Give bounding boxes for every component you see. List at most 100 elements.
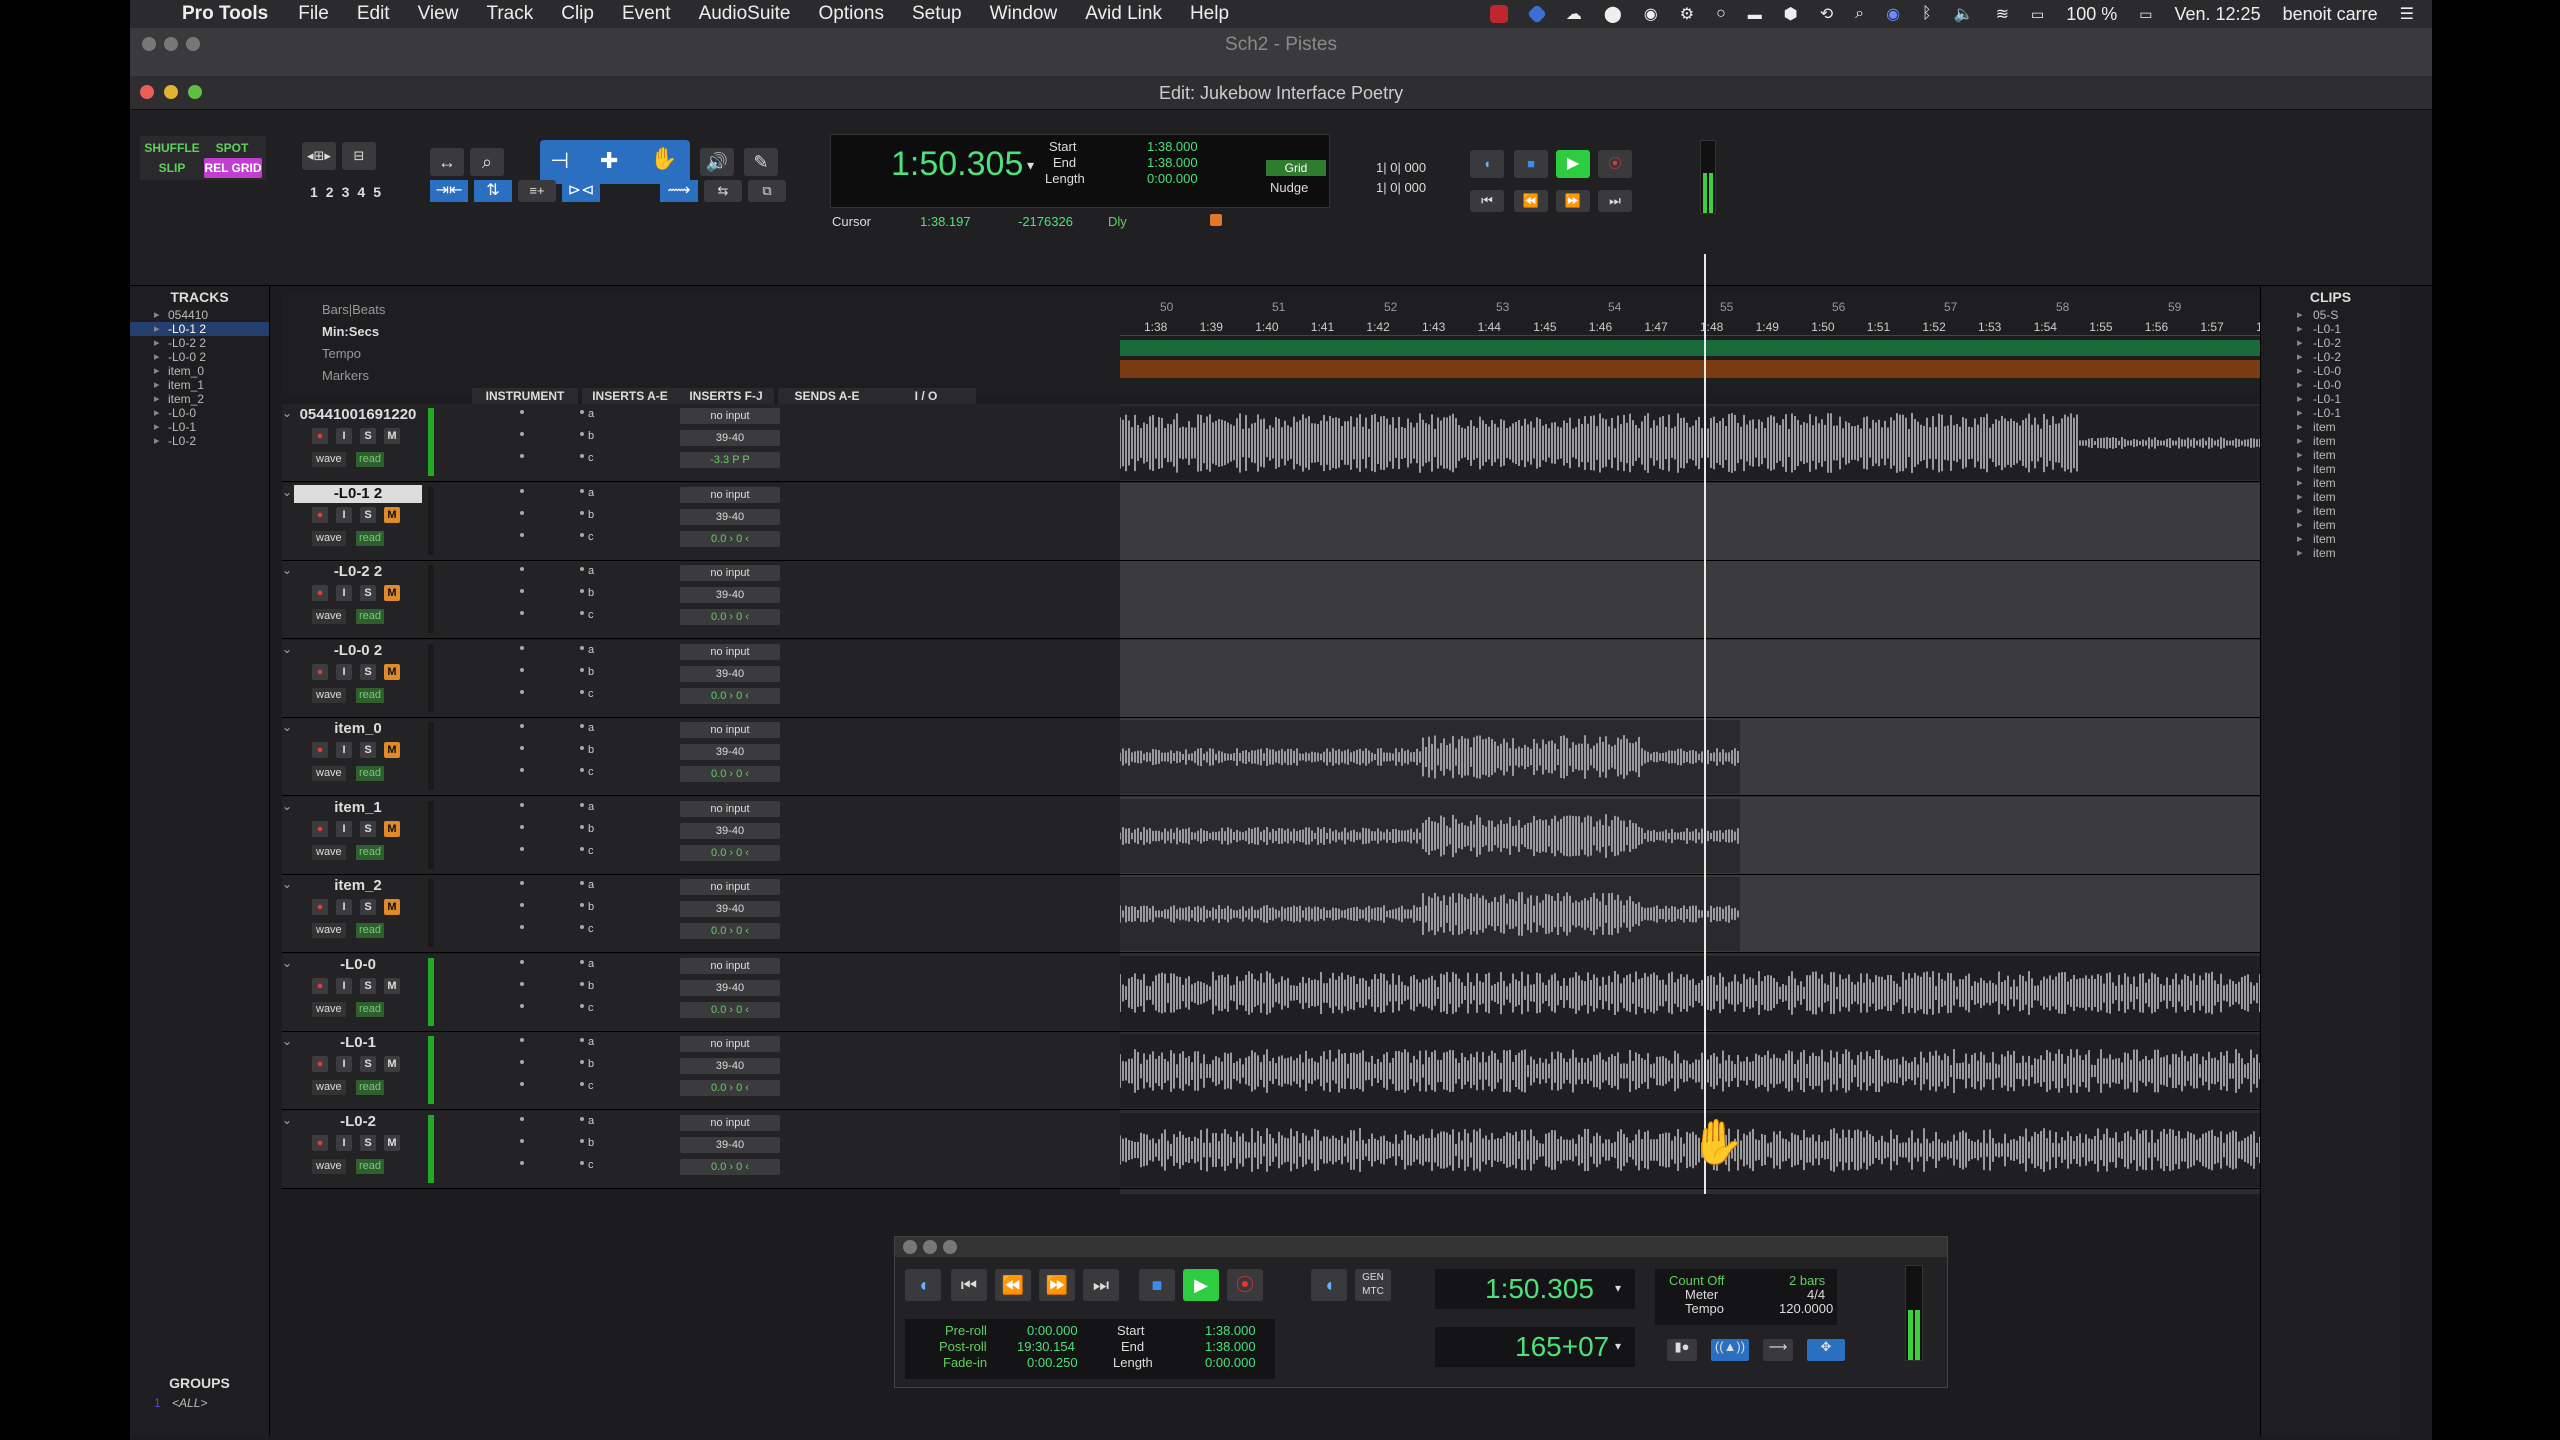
record-enable-button[interactable]: ● <box>312 742 328 758</box>
mute-button[interactable]: M <box>384 1056 400 1072</box>
time-machine-icon[interactable]: ⟲ <box>1820 4 1833 24</box>
transport-play-button[interactable]: ▶ <box>1183 1269 1219 1301</box>
track-view-selector[interactable]: wave <box>312 452 346 467</box>
track-collapse-icon[interactable]: ⌄ <box>282 563 292 577</box>
tracks-list-item[interactable]: -L0-1 2 <box>130 322 269 336</box>
insert-slot[interactable] <box>520 1082 524 1086</box>
record-enable-button[interactable]: ● <box>312 899 328 915</box>
input-selector[interactable]: no input <box>680 643 780 660</box>
record-enable-button[interactable]: ● <box>312 1134 328 1151</box>
insert-slot[interactable] <box>520 589 524 593</box>
send-slot[interactable]: c <box>588 688 594 700</box>
bars-ruler[interactable]: 5051525354555657585960 <box>1120 300 2370 316</box>
grabber-tool-icon[interactable]: ✋ <box>650 146 677 172</box>
record-enable-button[interactable]: ● <box>312 585 328 601</box>
transport-ff-button[interactable]: ⏩ <box>1039 1269 1075 1301</box>
insert-slot[interactable] <box>580 567 584 571</box>
track-header[interactable]: ⌄ item_0 ● I S Mwave read a b c no input 39-40 0.0 ›… <box>282 718 1130 796</box>
volume-icon[interactable]: 🔈 <box>1954 4 1974 24</box>
min-secs-ruler[interactable]: 1:38 1:39 1:40 1:41 1:42 1:43 1:44 1:45 1:46 1:47… <box>1120 318 2370 336</box>
clips-list-item[interactable]: -L0-2 <box>2261 336 2400 350</box>
track-name[interactable]: -L0-0 2 <box>294 642 422 660</box>
input-selector[interactable]: no input <box>680 722 780 738</box>
menu-track[interactable]: Track <box>486 3 533 25</box>
wifi-icon[interactable]: ≋ <box>1996 4 2009 24</box>
bluetooth-icon[interactable]: ᛒ <box>1922 5 1932 23</box>
track-name[interactable]: item_1 <box>294 799 422 817</box>
tracks-list-item[interactable]: item_0 <box>130 364 269 378</box>
transport-rtz-button[interactable]: ⏮ <box>951 1269 987 1301</box>
insert-slot[interactable] <box>520 959 524 964</box>
send-slot[interactable]: b <box>588 901 594 913</box>
track-lane[interactable] <box>1120 639 2370 718</box>
track-name[interactable]: -L0-2 <box>294 1113 422 1131</box>
insert-slot[interactable] <box>580 1138 584 1143</box>
record-enable-button[interactable]: ● <box>312 663 328 680</box>
track-view-selector[interactable]: wave <box>312 1080 346 1095</box>
track-header[interactable]: ⌄ -L0-1 2 ● I S Mwave read a b c no input 39-40 0.0 … <box>282 482 1130 561</box>
insert-slot[interactable] <box>580 903 584 907</box>
volume-pan-readout[interactable]: 0.0 › 0 ‹ <box>680 530 780 547</box>
automation-mode-selector[interactable]: read <box>356 609 385 624</box>
menu-view[interactable]: View <box>418 3 459 25</box>
instrument-column-header[interactable]: INSTRUMENT <box>472 388 578 404</box>
track-view-selector[interactable]: wave <box>312 1001 346 1017</box>
send-slot[interactable]: a <box>588 565 594 577</box>
volume-pan-readout[interactable]: 0.0 › 0 ‹ <box>680 609 780 625</box>
grid-value[interactable]: 1| 0| 000 <box>1376 160 1426 175</box>
track-header[interactable]: ⌄ item_2 ● I S Mwave read a b c no input 39-40 0.0 ›… <box>282 875 1130 953</box>
menu-setup[interactable]: Setup <box>912 3 962 25</box>
input-selector[interactable]: no input <box>680 957 780 974</box>
edit-title-bar[interactable]: Edit: Jukebow Interface Poetry <box>130 76 2432 110</box>
io-column-header[interactable]: I / O <box>876 388 976 404</box>
drive-icon[interactable]: ▬ <box>1748 6 1762 22</box>
transport-sub-counter-dropdown-icon[interactable]: ▾ <box>1615 1339 1621 1353</box>
track-collapse-icon[interactable]: ⌄ <box>282 956 292 970</box>
clips-list-item[interactable]: item <box>2261 448 2400 462</box>
audio-clip[interactable] <box>1120 1112 2370 1187</box>
send-slot[interactable]: c <box>588 766 594 778</box>
transport-stop-button[interactable]: ■ <box>1139 1269 1175 1301</box>
automation-mode-selector[interactable]: read <box>356 923 385 938</box>
clips-list-item[interactable]: item <box>2261 490 2400 504</box>
tab-to-transients-icon[interactable]: ⊳⊲ <box>562 180 600 202</box>
transport-zoom-button[interactable] <box>943 1240 957 1254</box>
track-collapse-icon[interactable]: ⌄ <box>282 799 292 813</box>
record-enable-button[interactable]: ● <box>312 977 328 994</box>
track-view-selector[interactable]: wave <box>312 844 346 860</box>
track-view-selector[interactable]: wave <box>312 609 346 624</box>
insert-slot[interactable] <box>580 667 584 672</box>
output-selector[interactable]: 39-40 <box>680 508 780 525</box>
send-slot[interactable]: c <box>588 452 594 464</box>
send-slot[interactable]: b <box>588 1058 594 1070</box>
track-name[interactable]: item_2 <box>294 877 422 895</box>
track-view-selector[interactable]: wave <box>312 923 346 938</box>
go-to-end-button[interactable]: ⏭ <box>1598 190 1632 212</box>
insert-slot[interactable] <box>520 1138 524 1143</box>
meter-value[interactable]: 4/4 <box>1807 1287 1825 1302</box>
track-lane[interactable] <box>1120 482 2370 561</box>
track-name[interactable]: -L0-1 2 <box>294 484 422 503</box>
automation-mode-selector[interactable]: read <box>356 687 385 703</box>
transport-minimize-button[interactable] <box>923 1240 937 1254</box>
clips-list-item[interactable]: item <box>2261 504 2400 518</box>
eye-icon[interactable]: ◉ <box>1644 4 1658 24</box>
send-slot[interactable]: c <box>588 845 594 857</box>
insert-slot[interactable] <box>520 746 524 750</box>
menu-event[interactable]: Event <box>622 3 671 25</box>
send-slot[interactable]: a <box>588 1115 594 1127</box>
track-view-selector[interactable]: wave <box>312 687 346 703</box>
counter-dropdown-icon[interactable]: ▾ <box>1027 157 1034 174</box>
output-selector[interactable]: 39-40 <box>680 430 780 446</box>
input-selector[interactable]: no input <box>680 800 780 817</box>
send-slot[interactable]: c <box>588 1159 594 1171</box>
send-slot[interactable]: c <box>588 1002 594 1014</box>
playhead[interactable] <box>1704 254 1706 1194</box>
shuffle-button[interactable]: SHUFFLE <box>144 138 200 158</box>
transport-sub-counter[interactable]: 165+07 <box>1515 1331 1609 1363</box>
timeline[interactable] <box>1120 404 2370 1194</box>
automation-mode-selector[interactable]: read <box>356 530 385 546</box>
app-menu[interactable]: Pro Tools <box>182 3 268 25</box>
input-monitor-button[interactable]: I <box>336 1056 352 1072</box>
control-center-icon[interactable]: ☰ <box>2400 4 2414 24</box>
